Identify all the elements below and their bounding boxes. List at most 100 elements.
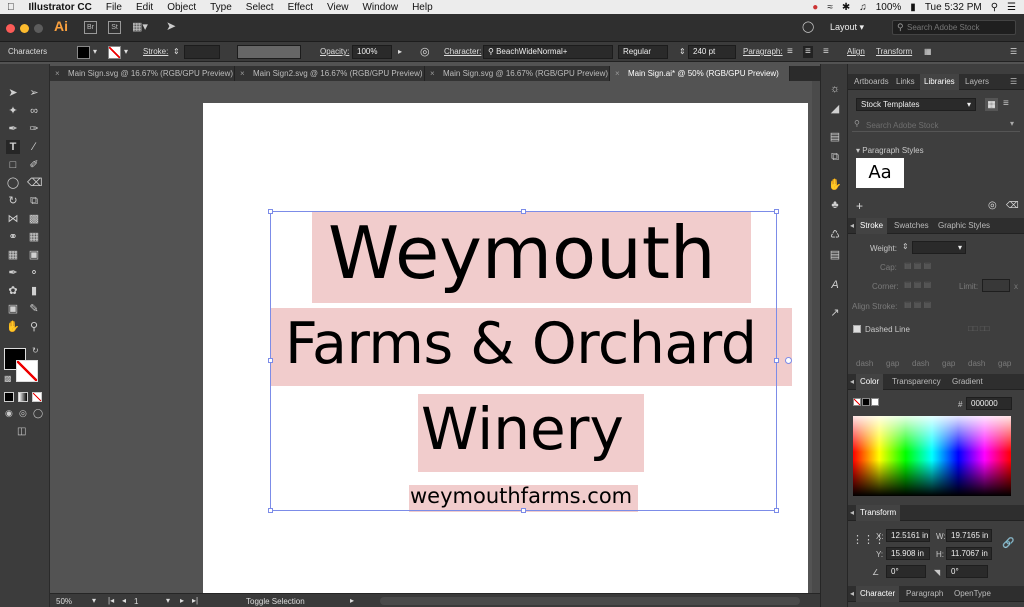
white-color-swatch[interactable] bbox=[871, 398, 879, 406]
menu-app-name[interactable]: Illustrator CC bbox=[22, 2, 99, 13]
zoom-field[interactable]: 50% bbox=[56, 597, 72, 606]
battery-icon[interactable]: ▮ bbox=[910, 2, 916, 13]
appearance-icon[interactable]: ◢ bbox=[828, 102, 842, 116]
blend-tool-icon[interactable]: ⚬ bbox=[27, 266, 41, 280]
rotate-tool-icon[interactable]: ↻ bbox=[6, 194, 20, 208]
width-tool-icon[interactable]: ⋈ bbox=[6, 212, 20, 226]
resize-handle[interactable] bbox=[521, 209, 526, 214]
font-size-stepper[interactable]: ⇕ bbox=[679, 46, 686, 58]
align-panel-link[interactable]: Align bbox=[847, 46, 865, 58]
constrain-proportions-icon[interactable]: 🔗 bbox=[1002, 538, 1014, 549]
align-icon[interactable]: ▤ bbox=[828, 130, 842, 144]
puppet-icon[interactable]: ✋ bbox=[828, 178, 842, 192]
pen-tool-icon[interactable]: ✒ bbox=[6, 122, 20, 136]
color-mode-icon[interactable] bbox=[4, 392, 14, 402]
tab-stroke[interactable]: Stroke bbox=[856, 218, 888, 234]
align-left-icon[interactable]: ≡ bbox=[787, 46, 793, 58]
swap-fill-stroke-icon[interactable]: ↻ bbox=[32, 346, 39, 355]
menu-help[interactable]: Help bbox=[405, 2, 440, 13]
opacity-label[interactable]: Opacity: bbox=[320, 46, 349, 58]
library-search[interactable]: ⚲ Search Adobe Stock ▾ bbox=[852, 118, 1020, 132]
fill-dropdown-icon[interactable]: ▾ bbox=[93, 46, 97, 58]
arrange-documents-icon[interactable]: ▦▾ bbox=[132, 20, 148, 33]
variable-width-profile[interactable] bbox=[237, 45, 301, 59]
resize-handle[interactable] bbox=[268, 358, 273, 363]
artboard-tool-icon[interactable]: ▣ bbox=[6, 302, 20, 316]
hand-tool-icon[interactable]: ✋ bbox=[6, 320, 20, 334]
zoom-tool-icon[interactable]: ⚲ bbox=[27, 320, 41, 334]
tab-gradient[interactable]: Gradient bbox=[952, 374, 983, 390]
default-fill-stroke-icon[interactable]: ▩ bbox=[4, 374, 12, 383]
gradient-tool-icon[interactable]: ▣ bbox=[27, 248, 41, 262]
resize-handle[interactable] bbox=[774, 508, 779, 513]
black-color-swatch[interactable] bbox=[862, 398, 870, 406]
menu-effect[interactable]: Effect bbox=[281, 2, 320, 13]
menu-view[interactable]: View bbox=[320, 2, 356, 13]
volume-icon[interactable]: ♫ bbox=[859, 2, 867, 13]
menu-edit[interactable]: Edit bbox=[129, 2, 160, 13]
menu-file[interactable]: File bbox=[99, 2, 129, 13]
status-menu-icon[interactable]: ▸ bbox=[350, 596, 354, 605]
stroke-swatch[interactable] bbox=[108, 46, 121, 59]
export-icon[interactable]: ↗ bbox=[828, 306, 842, 320]
resize-handle[interactable] bbox=[268, 209, 273, 214]
wifi-icon[interactable]: ≈ bbox=[827, 2, 833, 13]
first-artboard-icon[interactable]: |◂ bbox=[108, 596, 114, 605]
chevron-down-icon[interactable]: ▾ bbox=[1010, 119, 1014, 128]
panel-menu-icon[interactable]: ☰ bbox=[1010, 74, 1017, 90]
horizontal-scrollbar[interactable] bbox=[380, 597, 800, 605]
stroke-dropdown-icon[interactable]: ▾ bbox=[124, 46, 128, 58]
close-icon[interactable]: × bbox=[240, 66, 245, 81]
window-zoom-button[interactable] bbox=[34, 24, 43, 33]
color-spectrum[interactable] bbox=[853, 416, 1011, 496]
hex-field[interactable]: 000000 bbox=[966, 397, 1012, 410]
weight-stepper[interactable]: ⇕ bbox=[902, 242, 909, 251]
library-select[interactable]: Stock Templates ▾ bbox=[856, 98, 976, 111]
stroke-label[interactable]: Stroke: bbox=[143, 46, 168, 58]
recolor-artwork-icon[interactable]: ◎ bbox=[420, 46, 430, 58]
limit-field[interactable] bbox=[982, 279, 1010, 292]
eraser-tool-icon[interactable]: ⌫ bbox=[27, 176, 43, 190]
selection-tool-icon[interactable]: ➤ bbox=[6, 86, 20, 100]
resize-handle[interactable] bbox=[774, 209, 779, 214]
shear-field[interactable]: 0° bbox=[946, 565, 988, 578]
y-field[interactable]: 15.908 in bbox=[886, 547, 930, 560]
window-minimize-button[interactable] bbox=[20, 24, 29, 33]
document-tab-4[interactable]: × Main Sign.ai* @ 50% (RGB/GPU Preview) bbox=[610, 66, 790, 81]
grid-view-icon[interactable]: ▦ bbox=[985, 98, 998, 111]
lightbulb-icon[interactable]: ◯ bbox=[802, 20, 814, 33]
paragraph-styles-label[interactable]: ▾ Paragraph Styles bbox=[856, 146, 924, 155]
last-artboard-icon[interactable]: ▸| bbox=[192, 596, 198, 605]
tab-artboards[interactable]: Artboards bbox=[854, 74, 889, 90]
h-field[interactable]: 11.7067 in bbox=[946, 547, 992, 560]
close-icon[interactable]: × bbox=[55, 66, 60, 81]
lasso-tool-icon[interactable]: ∞ bbox=[27, 104, 41, 118]
spotlight-icon[interactable]: ⚲ bbox=[991, 2, 998, 13]
collapse-icon[interactable]: ◂ bbox=[850, 505, 854, 521]
dashed-line-checkbox[interactable] bbox=[853, 325, 861, 333]
paragraph-style-thumbnail[interactable]: Aa bbox=[856, 158, 904, 188]
tab-layers[interactable]: Layers bbox=[965, 74, 989, 90]
window-close-button[interactable] bbox=[6, 24, 15, 33]
gpu-performance-icon[interactable]: ➤ bbox=[166, 19, 176, 33]
eyedropper-tool-icon[interactable]: ✒ bbox=[6, 266, 20, 280]
zoom-dropdown-icon[interactable]: ▾ bbox=[92, 596, 96, 605]
magic-wand-tool-icon[interactable]: ✦ bbox=[6, 104, 20, 118]
cc-sync-icon[interactable]: ◎ bbox=[988, 200, 997, 211]
document-tab-3[interactable]: × Main Sign.svg @ 16.67% (RGB/GPU Preview… bbox=[425, 66, 610, 81]
control-bar-menu-icon[interactable]: ☰ bbox=[1010, 46, 1017, 58]
close-icon[interactable]: × bbox=[615, 66, 620, 81]
artboard-number-field[interactable]: 1 bbox=[134, 597, 168, 606]
document-tab-2[interactable]: × Main Sign2.svg @ 16.67% (RGB/GPU Previe… bbox=[235, 66, 425, 81]
line-tool-icon[interactable]: ∕ bbox=[27, 140, 41, 154]
draw-mode-icon[interactable]: ◉ bbox=[5, 408, 13, 419]
cap-buttons[interactable]: ▤ ▤ ▤ bbox=[904, 261, 931, 270]
tab-graphic-styles[interactable]: Graphic Styles bbox=[938, 218, 990, 234]
tab-character[interactable]: Character bbox=[856, 586, 900, 602]
free-transform-tool-icon[interactable]: ▩ bbox=[27, 212, 41, 226]
club-symbol-icon[interactable]: ♣ bbox=[828, 198, 842, 212]
menu-select[interactable]: Select bbox=[239, 2, 281, 13]
artboard-dropdown-icon[interactable]: ▾ bbox=[166, 596, 170, 605]
type-tool-icon[interactable]: T bbox=[6, 140, 20, 154]
tab-transform[interactable]: Transform bbox=[856, 505, 901, 521]
